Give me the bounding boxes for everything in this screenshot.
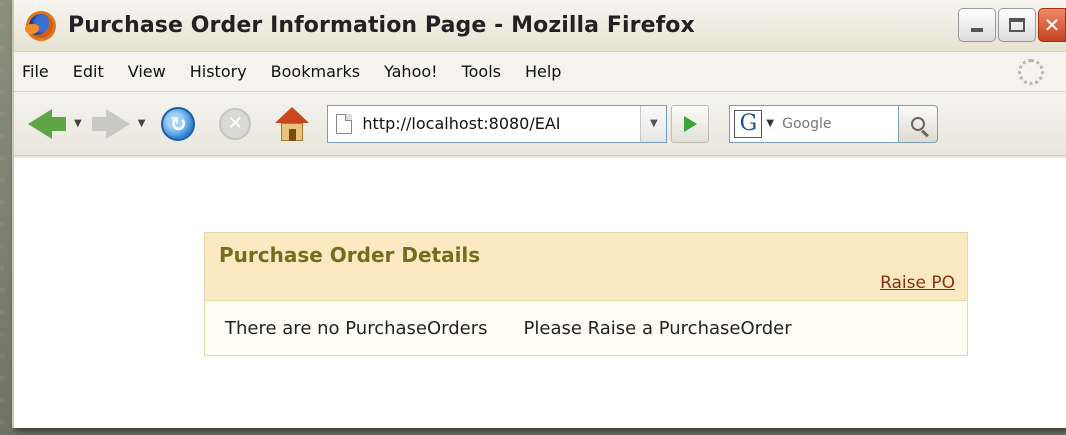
minimize-icon bbox=[971, 28, 983, 32]
forward-button[interactable] bbox=[91, 108, 130, 139]
raise-order-message: Please Raise a PurchaseOrder bbox=[523, 317, 792, 339]
no-orders-message: There are no PurchaseOrders bbox=[225, 317, 488, 339]
menu-help[interactable]: Help bbox=[525, 62, 561, 81]
forward-arrow-icon bbox=[105, 108, 130, 139]
home-button[interactable] bbox=[275, 106, 310, 141]
page-content: Purchase Order Details Raise PO There ar… bbox=[14, 158, 1066, 428]
panel-title: Purchase Order Details bbox=[219, 243, 481, 267]
close-icon: ✕ bbox=[1043, 13, 1061, 37]
close-button[interactable]: ✕ bbox=[1038, 8, 1066, 42]
menu-bookmarks[interactable]: Bookmarks bbox=[271, 62, 360, 81]
go-arrow-icon bbox=[683, 115, 697, 132]
stop-button[interactable]: ✕ bbox=[219, 107, 252, 140]
menu-file[interactable]: File bbox=[22, 62, 49, 81]
back-button[interactable] bbox=[28, 108, 66, 139]
search-button[interactable] bbox=[898, 104, 939, 143]
menu-tools[interactable]: Tools bbox=[462, 62, 501, 81]
menu-bar: File Edit View History Bookmarks Yahoo! … bbox=[14, 52, 1066, 92]
menu-view[interactable]: View bbox=[128, 62, 166, 81]
home-icon bbox=[275, 106, 310, 123]
menu-edit[interactable]: Edit bbox=[73, 62, 104, 81]
maximize-button[interactable] bbox=[998, 8, 1036, 42]
search-input[interactable] bbox=[778, 105, 899, 142]
window-controls: ✕ bbox=[958, 8, 1066, 42]
url-text[interactable]: http://localhost:8080/EAI bbox=[362, 114, 640, 133]
menu-history[interactable]: History bbox=[190, 62, 247, 81]
forward-history-dropdown-icon[interactable]: ▼ bbox=[138, 118, 146, 129]
maximize-icon bbox=[1009, 18, 1025, 32]
minimize-button[interactable] bbox=[958, 8, 996, 42]
menu-yahoo[interactable]: Yahoo! bbox=[384, 62, 438, 81]
reload-button[interactable]: ↻ bbox=[161, 106, 196, 141]
stop-icon: ✕ bbox=[227, 113, 243, 134]
navigation-toolbar: ▼ ▼ ↻ ✕ http://localhost:8080/EAI ▼ G ▼ bbox=[14, 92, 1066, 156]
search-icon bbox=[911, 116, 926, 131]
back-history-dropdown-icon[interactable]: ▼ bbox=[74, 118, 82, 129]
panel-header: Purchase Order Details Raise PO bbox=[205, 233, 967, 301]
purchase-order-panel: Purchase Order Details Raise PO There ar… bbox=[204, 232, 968, 356]
go-button[interactable] bbox=[671, 104, 710, 143]
browser-window: Purchase Order Information Page - Mozill… bbox=[12, 0, 1066, 428]
google-engine-icon[interactable]: G bbox=[734, 109, 763, 138]
raise-po-link[interactable]: Raise PO bbox=[880, 273, 955, 293]
reload-icon: ↻ bbox=[170, 111, 187, 136]
url-history-dropdown-icon[interactable]: ▼ bbox=[640, 105, 667, 142]
back-arrow-icon bbox=[28, 108, 52, 139]
window-title: Purchase Order Information Page - Mozill… bbox=[68, 13, 695, 38]
address-bar[interactable]: http://localhost:8080/EAI ▼ bbox=[327, 104, 668, 143]
throbber-icon bbox=[1018, 58, 1044, 85]
search-bar: G ▼ bbox=[729, 104, 899, 143]
search-engine-dropdown-icon[interactable]: ▼ bbox=[766, 118, 774, 129]
page-icon bbox=[336, 113, 353, 134]
firefox-logo-icon bbox=[25, 10, 56, 41]
panel-body: There are no PurchaseOrders Please Raise… bbox=[205, 301, 967, 355]
title-bar[interactable]: Purchase Order Information Page - Mozill… bbox=[14, 0, 1066, 52]
